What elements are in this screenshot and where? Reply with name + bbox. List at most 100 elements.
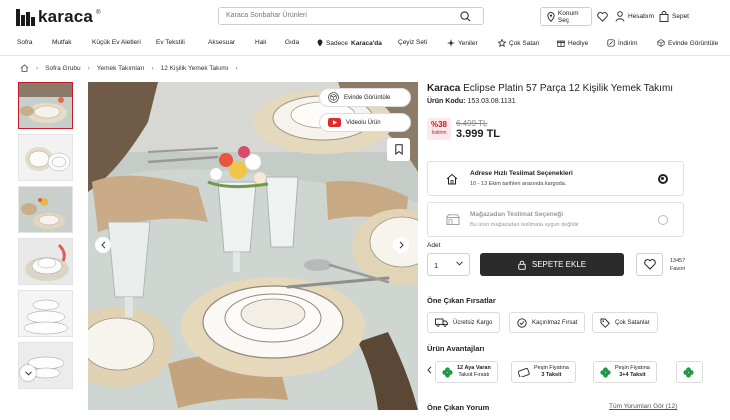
- truck-icon: [435, 318, 448, 327]
- old-price: 6.499 TL: [456, 119, 488, 128]
- home-delivery-icon: [446, 173, 458, 185]
- breadcrumb-item-12-kisilik[interactable]: 12 Kişilik Yemek Takımı: [161, 65, 229, 72]
- quantity-label: Adet: [427, 242, 441, 249]
- nav-item-ceyiz-seti[interactable]: Çeyiz Seti: [398, 39, 427, 46]
- nav-item-kucuk-ev-aletleri[interactable]: Küçük Ev Aletleri: [92, 39, 141, 46]
- cart-header-button[interactable]: Sepet: [659, 7, 689, 26]
- thumbnail-scroll-down-button[interactable]: [20, 365, 36, 381]
- karaca-logo-icon: [16, 8, 35, 26]
- nav-hediye-label: Hediye: [568, 39, 589, 47]
- account-button[interactable]: Hesabım: [615, 7, 654, 26]
- view-at-home-button[interactable]: Evinde Görüntüle: [319, 88, 411, 107]
- features-title: Öne Çıkan Fırsatlar: [427, 296, 496, 305]
- video-product-label: Videolu Ürün: [346, 119, 381, 126]
- current-price: 3.999 TL: [456, 128, 501, 140]
- chevron-left-icon: [100, 241, 105, 249]
- thumbnail-1[interactable]: [18, 82, 73, 129]
- breadcrumb: › Sofra Grubu › Yemek Takımları › 12 Kiş…: [20, 64, 245, 72]
- nav-item-sofra[interactable]: Sofra: [17, 39, 33, 46]
- nav-item-aksesuar[interactable]: Aksesuar: [208, 39, 235, 46]
- nav-item-cok-satan[interactable]: Çok Satan: [498, 39, 539, 47]
- brand-logo[interactable]: karaca ®: [16, 7, 101, 27]
- advantage-cash-3-installment[interactable]: Peşin Fiyatına 3 Taksit: [511, 361, 576, 383]
- thumbnail-3[interactable]: [18, 186, 73, 233]
- nav-item-yeniler[interactable]: Yeniler: [447, 39, 478, 47]
- search-icon[interactable]: [460, 11, 471, 22]
- store-icon: [446, 214, 460, 225]
- brand-wordmark: karaca: [38, 7, 94, 26]
- account-label: Hesabım: [628, 13, 655, 20]
- nav-item-hali[interactable]: Halı: [255, 39, 267, 46]
- feature-deal[interactable]: Kaçırılmaz Fırsat: [509, 312, 586, 333]
- ar-cube-icon: [328, 92, 339, 103]
- add-to-cart-button[interactable]: SEPETE EKLE: [480, 253, 624, 276]
- nav-item-gida[interactable]: Gıda: [285, 39, 299, 46]
- category-nav: Sofra Mutfak Küçük Ev Aletleri Ev Teksti…: [0, 35, 730, 52]
- store-delivery-title: Mağazadan Teslimat Seçeneği: [470, 211, 564, 218]
- delivery-option-fast[interactable]: Adrese Hızlı Teslimat Seçenekleri 10 - 1…: [427, 161, 684, 196]
- chevron-right-icon: [399, 241, 404, 249]
- nav-karacada-label: Karaca'da: [351, 39, 382, 47]
- add-to-favorites-button[interactable]: [636, 253, 663, 276]
- sparkle-icon: [447, 39, 455, 47]
- nav-sadece-label: Sadece: [326, 39, 349, 47]
- advantage-cash-3plus4-installment[interactable]: Peşin Fiyatına 3+4 Taksit: [593, 361, 657, 383]
- fast-delivery-radio[interactable]: [658, 174, 668, 184]
- star-icon: [498, 39, 506, 47]
- location-pin-icon: [547, 11, 555, 22]
- nav-item-mutfak[interactable]: Mutfak: [52, 39, 72, 46]
- badge-icon: [517, 317, 527, 328]
- add-to-cart-label: SEPETE EKLE: [531, 260, 587, 269]
- feature-bestsellers[interactable]: Çok Satanlar: [592, 312, 658, 333]
- thumbnail-4[interactable]: [18, 238, 73, 285]
- chevron-down-icon: [456, 261, 463, 266]
- advantages-title: Ürün Avantajları: [427, 344, 485, 353]
- bookmark-icon: [394, 144, 403, 155]
- advantage-3-line1: Peşin Fiyatına: [615, 365, 650, 371]
- favorites-header-button[interactable]: [597, 7, 608, 26]
- thumbnail-2[interactable]: [18, 134, 73, 181]
- advantage-installment-12[interactable]: 12 Aya Varan Taksit Fırsatı: [435, 361, 498, 383]
- youtube-play-icon: [328, 118, 341, 127]
- product-code-label: Ürün Kodu:: [427, 98, 466, 105]
- view-at-home-label: Evinde Görüntüle: [344, 94, 391, 101]
- tag-icon: [600, 318, 610, 328]
- thumbnail-5[interactable]: [18, 290, 73, 337]
- gallery-prev-button[interactable]: [95, 237, 111, 253]
- location-pin-icon: [317, 39, 323, 47]
- video-product-button[interactable]: Videolu Ürün: [319, 113, 411, 132]
- nav-item-hediye[interactable]: Hediye: [557, 39, 588, 47]
- fast-delivery-title: Adrese Hızlı Teslimat Seçenekleri: [470, 170, 573, 177]
- favorite-count-label: Favori: [670, 266, 686, 272]
- user-icon: [615, 11, 625, 22]
- search-input[interactable]: Karaca Sonbahar Ürünleri: [218, 7, 484, 25]
- nav-item-sadece-karacada[interactable]: Sadece Karaca'da: [317, 39, 382, 47]
- advantage-1-line2: Taksit Fırsatı: [458, 372, 490, 378]
- top-header: karaca ® Karaca Sonbahar Ürünleri Konum …: [0, 0, 730, 33]
- favorite-count-value: 13457: [670, 258, 686, 264]
- advantage-2-line2: 3 Taksit: [541, 372, 562, 378]
- chevron-left-icon[interactable]: [427, 366, 432, 374]
- advantage-2-line1: Peşin Fiyatına: [534, 365, 569, 371]
- clover-icon: [442, 366, 453, 378]
- location-select-button[interactable]: Konum Seç: [540, 7, 592, 26]
- nav-item-indirim[interactable]: İndirim: [607, 39, 638, 47]
- lock-icon: [518, 260, 526, 270]
- nav-item-ev-tekstili[interactable]: Ev Tekstili: [156, 39, 185, 46]
- bookmark-button[interactable]: [387, 138, 410, 161]
- gallery-next-button[interactable]: [393, 237, 409, 253]
- all-reviews-link[interactable]: Tüm Yorumları Gör (12): [609, 403, 677, 410]
- delivery-option-store[interactable]: Mağazadan Teslimat Seçeneği Bu ürün mağa…: [427, 202, 684, 237]
- location-label: Konum Seç: [557, 9, 579, 24]
- feature-free-shipping[interactable]: Ücretsiz Kargo: [427, 312, 501, 333]
- nav-item-evinde-goruntule[interactable]: Evinde Görüntüle: [657, 39, 718, 47]
- favorite-count: 13457 Favori: [670, 257, 685, 273]
- advantage-next-card-partial[interactable]: [676, 361, 703, 383]
- breadcrumb-item-sofra-grubu[interactable]: Sofra Grubu: [45, 65, 80, 72]
- home-icon[interactable]: [20, 64, 29, 72]
- store-delivery-radio[interactable]: [658, 215, 668, 225]
- quantity-select[interactable]: 1: [427, 253, 470, 276]
- shopping-bag-icon: [659, 11, 669, 22]
- heart-icon: [643, 259, 656, 270]
- breadcrumb-item-yemek-takimlari[interactable]: Yemek Takımları: [97, 65, 145, 72]
